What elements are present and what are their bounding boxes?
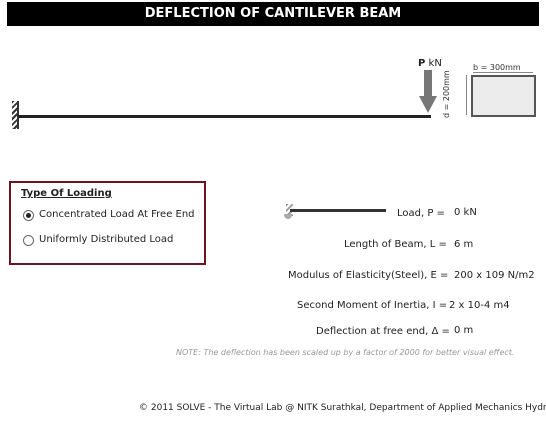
load-param-value: 0 kN [454,207,477,218]
loading-type-heading: Type Of Loading [21,188,112,199]
inertia-param-label: Second Moment of Inertia, I = [297,300,448,311]
small-beam-icon [290,209,386,212]
length-param-label: Length of Beam, L = [344,239,447,250]
small-roller-icon [284,214,292,219]
beam-cross-section [471,75,536,117]
page-title: DEFLECTION OF CANTILEVER BEAM [7,2,539,26]
load-label: P kN [418,58,442,69]
load-symbol: P [418,58,426,69]
modulus-param-value: 200 x 109 N/m2 [454,270,535,281]
load-arrow-head-icon [419,96,437,113]
option-concentrated-load-label[interactable]: Concentrated Load At Free End [39,209,195,220]
modulus-param-label: Modulus of Elasticity(Steel), E = [288,270,449,281]
section-depth-label: d = 200mm [442,70,451,118]
load-arrow-icon [424,70,432,96]
radio-uniformly-distributed-load[interactable] [23,235,34,246]
option-udl-label[interactable]: Uniformly Distributed Load [39,234,173,245]
load-param-label: Load, P = [397,208,445,219]
section-width-label: b = 300mm [473,63,521,72]
inertia-param-value: 2 x 10-4 m4 [449,300,510,311]
deflection-param-value: 0 m [454,325,474,336]
section-depth-dimension [466,75,467,115]
footer-credits: © 2011 SOLVE - The Virtual Lab @ NITK Su… [139,403,546,413]
radio-concentrated-load[interactable] [23,210,34,221]
scale-note: NOTE: The deflection has been scaled up … [176,348,515,357]
load-unit: kN [428,58,442,69]
cantilever-beam [18,115,431,118]
loading-type-panel: Type Of Loading Concentrated Load At Fre… [9,181,206,265]
deflection-param-label: Deflection at free end, Δ = [316,326,450,337]
section-width-dimension [473,72,533,73]
length-param-value: 6 m [454,239,474,250]
